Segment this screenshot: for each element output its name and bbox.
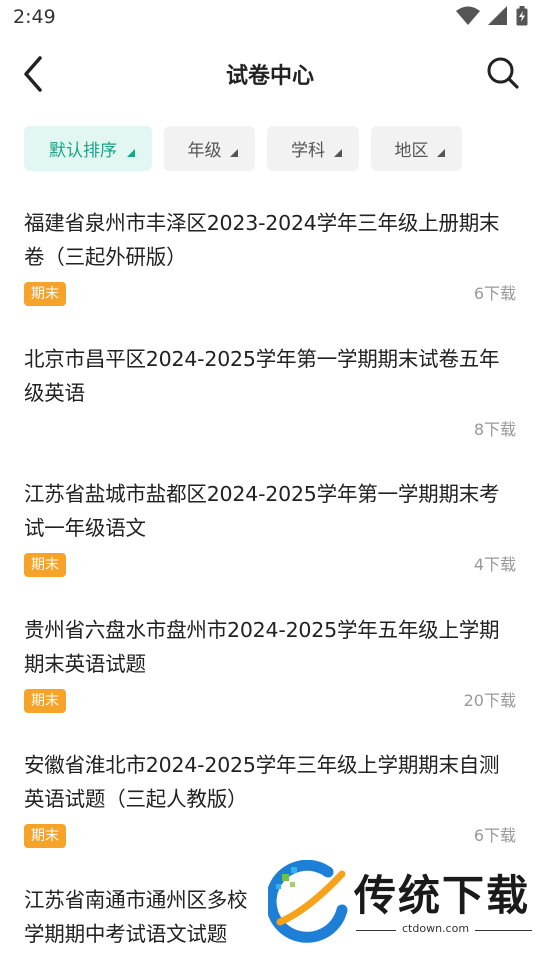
download-count: 4下载 (473, 555, 516, 574)
search-button[interactable] (486, 56, 520, 90)
filter-region-label: 地区 (394, 141, 429, 161)
filter-subject[interactable]: 学科 (267, 126, 359, 171)
triangle-down-icon (127, 149, 135, 157)
triangle-down-icon (437, 149, 445, 157)
filter-grade[interactable]: 年级 (164, 126, 255, 171)
paper-tag: 期末 (24, 824, 66, 848)
paper-tag: 期末 (24, 689, 66, 713)
filter-sort-label: 默认排序 (49, 141, 117, 161)
filter-region[interactable]: 地区 (371, 126, 462, 171)
triangle-down-icon (230, 149, 238, 157)
watermark: 传统下载 ctdown.com (268, 858, 532, 948)
search-icon (487, 57, 519, 89)
triangle-down-icon (334, 149, 342, 157)
watermark-logo-icon (268, 860, 348, 943)
download-count: 8下载 (473, 420, 516, 439)
download-count: 20下载 (463, 691, 516, 710)
paper-title: 福建省泉州市丰泽区2023-2024学年三年级上册期末卷（三起外研版） (24, 211, 500, 269)
paper-title: 北京市昌平区2024-2025学年第一学期期末试卷五年级英语 (24, 347, 500, 405)
status-bar: 2:49 (0, 0, 540, 36)
status-time: 2:49 (13, 6, 56, 28)
list-item[interactable]: 江苏省盐城市盐都区2024-2025学年第一学期期末考试一年级语文 期末 4下载 (24, 477, 516, 579)
paper-title: 江苏省盐城市盐都区2024-2025学年第一学期期末考试一年级语文 (24, 482, 500, 540)
watermark-name: 传统下载 (354, 871, 531, 920)
filter-grade-label: 年级 (187, 141, 222, 161)
filter-bar: 默认排序 年级 学科 地区 (24, 126, 474, 171)
status-icons (456, 6, 528, 26)
paper-meta: 期末 4下载 (24, 553, 516, 579)
paper-title: 安徽省淮北市2024-2025学年三年级上学期期末自测英语试题（三起人教版） (24, 753, 500, 811)
download-count: 6下载 (473, 284, 516, 303)
wifi-icon (456, 6, 480, 25)
list-item[interactable]: 贵州省六盘水市盘州市2024-2025学年五年级上学期期末英语试题 期末 20下… (24, 613, 516, 715)
paper-tag: 期末 (24, 282, 66, 306)
filter-subject-label: 学科 (291, 141, 325, 161)
paper-meta: 期末 20下载 (24, 689, 516, 715)
paper-meta: 8下载 (24, 418, 516, 444)
watermark-url: ctdown.com (396, 922, 476, 935)
paper-tag: 期末 (24, 553, 66, 577)
paper-title: 贵州省六盘水市盘州市2024-2025学年五年级上学期期末英语试题 (24, 618, 500, 676)
paper-meta: 期末 6下载 (24, 824, 516, 850)
signal-icon (488, 6, 507, 25)
filter-sort[interactable]: 默认排序 (24, 126, 152, 171)
nav-bar: 试卷中心 (0, 40, 540, 106)
download-count: 6下载 (473, 826, 516, 845)
battery-icon (516, 6, 528, 26)
list-item[interactable]: 福建省泉州市丰泽区2023-2024学年三年级上册期末卷（三起外研版） 期末 6… (24, 206, 516, 308)
list-item[interactable]: 北京市昌平区2024-2025学年第一学期期末试卷五年级英语 8下载 (24, 342, 516, 444)
list-item[interactable]: 安徽省淮北市2024-2025学年三年级上学期期末自测英语试题（三起人教版） 期… (24, 748, 516, 850)
page-title: 试卷中心 (225, 64, 314, 89)
paper-meta: 期末 6下载 (24, 282, 516, 308)
